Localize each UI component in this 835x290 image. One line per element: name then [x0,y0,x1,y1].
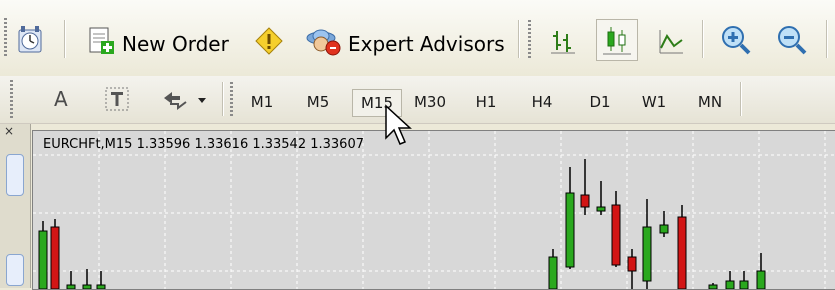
timeframe-button[interactable]: W1 [636,89,672,115]
candle-body [708,284,718,289]
toolbar-separator [826,20,828,58]
expert-advisors-icon [306,26,342,61]
expert-advisors-button[interactable]: Expert Advisors [306,26,505,61]
expert-advisors-label: Expert Advisors [348,31,505,56]
toolbar-grip[interactable] [230,82,233,116]
text-label-icon[interactable] [104,86,130,112]
candle-body [96,284,106,289]
timeframe-button[interactable]: D1 [582,89,618,115]
new-order-icon [86,26,116,61]
chart-header: EURCHFt,M15 1.33596 1.33616 1.33542 1.33… [43,137,364,152]
zoom-in-icon[interactable] [720,24,752,56]
candle-body [596,206,606,212]
timeframe-button[interactable]: MN [690,89,730,115]
timeframe-button[interactable]: H4 [524,89,560,115]
candle-body [565,192,575,268]
arrows-icon[interactable] [160,88,208,112]
text-tool-button[interactable]: A [54,87,68,111]
toolbar-separator [702,20,704,58]
candle-body [38,230,48,289]
candle-chart-icon[interactable] [596,19,638,61]
navigator-panel-edge[interactable]: × [0,124,31,288]
zoom-out-icon[interactable] [776,24,808,56]
candle-body [580,194,590,208]
toolbar-separator [518,20,520,58]
toolbar-separator [740,82,742,116]
candle-body [50,226,60,289]
candle-body [756,270,766,289]
line-chart-icon[interactable] [656,26,686,56]
toolbar-separator [222,82,224,116]
alert-icon[interactable] [254,26,284,56]
clock-icon[interactable] [16,24,48,56]
timeframe-toolbar: A M1 M5 M15 M30 H1 H4 D1 W1 MN [0,76,835,124]
candle-body [66,284,76,289]
toolbar-separator [64,20,66,58]
new-order-label: New Order [122,31,229,56]
candle-body [627,256,637,272]
toolbar-grip[interactable] [528,20,531,58]
timeframe-button[interactable]: M30 [408,89,452,115]
timeframe-button[interactable]: M1 [244,89,280,115]
toolbar-grip[interactable] [10,80,13,118]
timeframe-button[interactable]: M5 [300,89,336,115]
new-order-button[interactable]: New Order [86,26,229,61]
candle-body [548,256,558,289]
candle-body [677,216,687,289]
chart-canvas[interactable] [33,131,835,289]
bar-chart-icon[interactable] [548,26,578,56]
chart-window[interactable]: EURCHFt,M15 1.33596 1.33616 1.33542 1.33… [32,130,835,290]
candle-body [82,284,92,289]
candle-body [611,204,621,266]
timeframe-button[interactable]: H1 [468,89,504,115]
mouse-cursor-icon [384,104,412,148]
toolbar-grip[interactable] [4,18,7,58]
candle-body [642,226,652,282]
candle-body [659,224,669,234]
main-toolbar: New Order Expert Advisors [0,0,835,77]
